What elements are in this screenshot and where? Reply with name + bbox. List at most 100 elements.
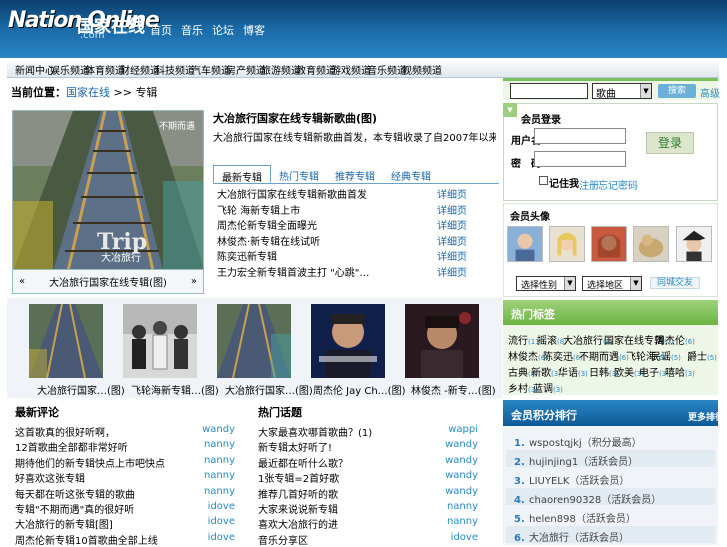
search-button[interactable]: 搜索 [658,84,696,98]
login-button[interactable]: 登录 [646,132,694,154]
tag-label[interactable]: 陈奕迅 [543,352,573,363]
featured-caption[interactable]: 大冶旅行国家在线专辑(图) [49,274,167,289]
tag-label[interactable]: 蓝调 [533,384,553,395]
item-user[interactable]: wandy [445,455,478,470]
tag-link[interactable]: 周杰伦(6) [655,332,695,347]
next-arrow-icon[interactable]: » [191,276,197,287]
list-item[interactable]: 好喜欢这张专辑 nanny [15,470,235,485]
album-thumb-2[interactable] [123,304,197,378]
item-user[interactable]: nanny [204,455,235,470]
item-title[interactable]: 这首歌真的很好听啊， [15,424,115,439]
item-user[interactable]: nanny [204,486,235,501]
item-user[interactable]: idove [208,516,235,531]
list-item[interactable]: 1张专辑=2首好歌 wandy [258,470,478,485]
tab-hot[interactable]: 热门专辑 [271,165,327,183]
tab-latest[interactable]: 最新专辑 [213,165,271,184]
avatar[interactable] [549,226,585,262]
tag-label[interactable]: 电子 [639,368,659,379]
forgot-password-link[interactable]: 忘记密码 [598,177,638,192]
tag-link[interactable]: 新歌(3) [531,364,561,379]
avatar[interactable] [507,226,543,262]
advanced-search-link[interactable]: 高级 [700,85,720,100]
tag-label[interactable]: 大冶旅行 [563,336,603,347]
search-type-select[interactable]: 歌曲 ▼ [592,83,652,100]
list-item-title[interactable]: 林俊杰·新专辑在线试听 [217,233,320,249]
album-thumb-5[interactable] [405,304,479,378]
nav-item[interactable]: 旅游频道 [261,62,301,77]
list-item[interactable]: 最近都在听什么歌？ wandy [258,455,478,470]
nav-item[interactable]: 教育频道 [296,62,336,77]
nav-item[interactable]: 娱乐频道 [50,62,90,77]
list-item[interactable]: 大冶旅行国家在线专辑新歌曲首发 详细页 [217,186,467,202]
list-item[interactable]: 周杰伦新专辑全面曝光 详细页 [217,217,467,233]
item-user[interactable]: wandy [445,439,478,454]
thumb-caption[interactable]: 周杰伦 Jay Ch…(图) [313,382,405,397]
detail-link[interactable]: 详细页 [437,264,467,280]
featured-title[interactable]: 大冶旅行国家在线专辑新歌曲(图) [213,110,377,126]
tag-link[interactable]: 嘻哈(3) [665,364,695,379]
header-link-music[interactable]: 音乐 [181,22,203,38]
rank-user[interactable]: 大冶旅行（活跃会员） [529,533,629,544]
rank-user[interactable]: LIUYELK（活跃会员） [529,476,629,487]
item-user[interactable]: nanny [204,439,235,454]
tag-label[interactable]: 流行 [508,336,528,347]
register-link[interactable]: 注册 [579,177,599,192]
tag-label[interactable]: 乡村 [508,384,528,395]
thumb-caption[interactable]: 大冶旅行国家…(图) [37,382,125,397]
tag-link[interactable]: 不期而遇(6) [579,348,629,363]
detail-link[interactable]: 详细页 [437,186,467,202]
tag-label[interactable]: 新歌 [531,368,551,379]
tag-label[interactable]: 日韩 [589,368,609,379]
tab-recommended[interactable]: 推荐专辑 [327,165,383,183]
item-user[interactable]: wandy [445,470,478,485]
list-item-title[interactable]: 王力宏全新专辑首波主打 "心跳"… [217,264,369,280]
list-item[interactable]: 林俊杰·新专辑在线试听 详细页 [217,233,467,249]
item-title[interactable]: 最近都在听什么歌？ [258,455,348,470]
ranking-row[interactable]: 3. LIUYELK（活跃会员） [506,469,715,487]
detail-link[interactable]: 详细页 [437,202,467,218]
featured-album-cover[interactable]: 不期而遇 Trip 大冶旅行 [12,110,204,270]
tag-label[interactable]: 欧美 [614,368,634,379]
nav-item[interactable]: 游戏频道 [331,62,371,77]
tag-link[interactable]: 蓝调(3) [533,380,563,395]
item-user[interactable]: idove [208,501,235,516]
collapse-icon[interactable]: ▼ [503,103,517,117]
list-item-title[interactable]: 飞轮 海新专辑上市 [217,202,300,218]
item-title[interactable]: 期待他们的新专辑快点上市吧快点 [15,455,165,470]
nav-item[interactable]: 房产频道 [226,62,266,77]
item-title[interactable]: 推荐几首好听的歌 [258,486,338,501]
list-item[interactable]: 陈奕迅新专辑 详细页 [217,248,467,264]
item-user[interactable]: wandy [445,486,478,501]
tag-label[interactable]: 林俊杰 [508,352,538,363]
tag-label[interactable]: 古典 [508,368,528,379]
password-input[interactable] [534,151,626,167]
list-item[interactable]: 专辑"不期而遇"真的很好听 idove [15,501,235,516]
tag-label[interactable]: 摇滚 [537,336,557,347]
username-input[interactable] [534,128,626,144]
avatar[interactable] [633,226,669,262]
tag-link[interactable]: 林俊杰(6) [508,348,548,363]
region-select[interactable]: 选择地区 ▼ [582,276,642,291]
album-thumb-3[interactable] [217,304,291,378]
nav-item[interactable]: 新闻中心 [15,62,55,77]
list-item[interactable]: 大家来说说新专辑 nanny [258,501,478,516]
item-title[interactable]: 1张专辑=2首好歌 [258,470,339,485]
rank-user[interactable]: chaoren90328（活跃会员） [529,495,661,506]
list-item[interactable]: 喜欢大冶旅行的进 nanny [258,516,478,531]
list-item-title[interactable]: 陈奕迅新专辑 [217,248,277,264]
list-item[interactable]: 每天都在听这张专辑的歌曲 nanny [15,486,235,501]
rank-user[interactable]: wspostqjkj（积分最高） [529,438,642,449]
nav-item[interactable]: 财经频道 [120,62,160,77]
tag-link[interactable]: 民谣(5) [651,348,681,363]
list-item[interactable]: 飞轮 海新专辑上市 详细页 [217,202,467,218]
list-item[interactable]: 大冶旅行的新专辑[图] idove [15,516,235,531]
list-item[interactable]: 推荐几首好听的歌 wandy [258,486,478,501]
ranking-row[interactable]: 2. hujinjing1（活跃会员） [506,450,715,468]
list-item[interactable]: 大家最喜欢哪首歌曲？(1) wappi [258,424,478,439]
thumb-caption[interactable]: 林俊杰 -新专…(图) [411,382,496,397]
list-item[interactable]: 王力宏全新专辑首波主打 "心跳"… 详细页 [217,264,467,280]
item-title[interactable]: 大家来说说新专辑 [258,501,338,516]
tag-label[interactable]: 华语 [558,368,578,379]
item-user[interactable]: wandy [202,424,235,439]
ranking-row[interactable]: 6. 大冶旅行（活跃会员） [506,526,715,544]
